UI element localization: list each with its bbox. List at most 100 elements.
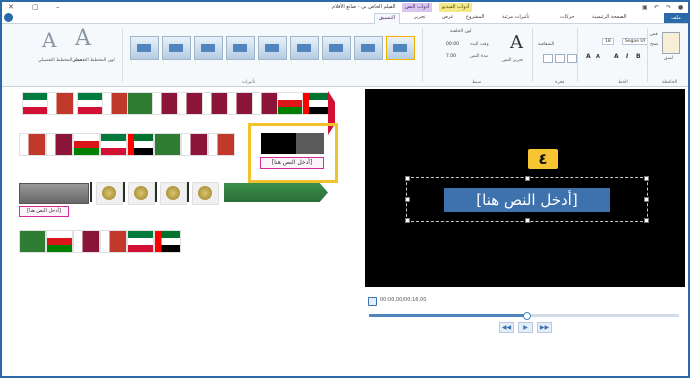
theme-thumb[interactable] [100,133,127,156]
close-window-button[interactable]: ✕ [8,3,14,11]
align-left-icon[interactable] [543,54,553,63]
cut-label[interactable]: قص [650,32,658,37]
effect-thumb[interactable] [194,36,223,60]
effect-thumb[interactable] [290,36,319,60]
adjust-group-label: ضبط [472,80,482,85]
theme-thumb[interactable] [208,133,235,156]
tab-format[interactable]: التنسيق [374,13,401,24]
theme-thumb[interactable] [154,133,181,156]
resize-handle[interactable] [644,197,649,202]
help-icon[interactable] [4,13,13,22]
outline-color-icon[interactable]: A [75,26,91,51]
app-icon: ● [678,4,684,11]
save-icon[interactable]: ▣ [642,4,648,11]
font-size-select[interactable]: 18 [602,38,614,45]
resize-handle[interactable] [525,218,530,223]
tab-project[interactable]: المشروع [466,14,484,20]
theme-thumb[interactable] [77,92,104,115]
resize-handle[interactable] [644,176,649,181]
window-title: الفيلم الخاص بي - صانع الأفلام [332,4,396,10]
align-right-icon[interactable] [567,54,577,63]
italic-icon[interactable]: I [626,53,628,60]
theme-thumb[interactable] [19,230,46,253]
theme-thumb[interactable] [154,230,181,253]
bg-color-label[interactable]: لون الخلفية [450,29,472,34]
tab-home[interactable]: الصفحة الرئيسية [592,14,627,20]
effect-thumb-selected[interactable] [386,36,415,60]
transparency-label[interactable]: الشفافية [538,42,554,47]
effect-thumb[interactable] [322,36,351,60]
tab-file[interactable]: ملف [664,13,688,23]
effect-thumb[interactable] [130,36,159,60]
undo-icon[interactable]: ↶ [654,4,659,11]
tab-visual-effects[interactable]: تأثيرات مرئية [502,14,529,20]
theme-thumb[interactable] [181,133,208,156]
align-buttons [542,54,578,63]
edit-text-icon[interactable]: A [510,32,523,53]
seal-theme-thumb[interactable] [128,182,155,205]
resize-handle[interactable] [405,197,410,202]
start-time-input[interactable]: 00:00 [446,42,459,47]
effect-thumb[interactable] [226,36,255,60]
outline-size-icon[interactable]: A [42,28,56,52]
redo-icon[interactable]: ↷ [666,4,671,11]
gray-theme-bar[interactable] [19,183,89,204]
theme-thumb[interactable] [73,133,100,156]
theme-thumb[interactable] [127,230,154,253]
resize-handle[interactable] [525,176,530,181]
theme-thumb[interactable] [302,92,329,115]
effect-thumb[interactable] [354,36,383,60]
gray-theme-caption[interactable]: [أدخل النص هنا] [19,206,69,217]
ribbon-separator [577,28,578,82]
theme-thumb[interactable] [127,133,154,156]
preview-caption-text[interactable]: [أدخل النص هنا] [444,188,610,212]
theme-thumb[interactable] [202,92,229,115]
paste-label[interactable]: لصق [664,56,673,61]
seek-thumb[interactable] [523,312,531,320]
font-name-select[interactable]: Segoe UI [622,38,649,45]
seal-theme-thumb[interactable] [192,182,219,205]
ribbon-separator [422,28,423,82]
theme-thumb[interactable] [46,230,73,253]
seal-theme-thumb[interactable] [96,182,123,205]
resize-handle[interactable] [405,218,410,223]
tab-animations[interactable]: حركات [560,14,574,20]
tab-edit[interactable]: تحرير [414,14,426,20]
next-frame-button[interactable]: ▶▶ [537,322,552,333]
resize-handle[interactable] [644,218,649,223]
theme-thumb[interactable] [152,92,179,115]
font-color-icon[interactable]: A [614,53,619,60]
bold-icon[interactable]: B [636,53,641,60]
theme-thumb[interactable] [47,92,74,115]
theme-thumb[interactable] [252,92,279,115]
theme-divider [187,182,189,202]
theme-thumb[interactable] [100,230,127,253]
edit-text-label[interactable]: تحرير النص [502,58,523,63]
maximize-window-button[interactable]: ▢ [32,3,39,11]
theme-thumb[interactable] [177,92,204,115]
theme-thumb[interactable] [227,92,254,115]
align-center-icon[interactable] [555,54,565,63]
green-banner-theme[interactable] [224,183,328,202]
duration-input[interactable]: 7.00 [446,54,456,59]
minimize-window-button[interactable]: – [56,3,60,11]
previous-frame-button[interactable]: ◀◀ [499,322,514,333]
effect-thumb[interactable] [258,36,287,60]
font-shrink-icon[interactable]: A [596,54,600,60]
theme-thumb[interactable] [127,92,154,115]
resize-handle[interactable] [405,176,410,181]
play-button[interactable]: ▶ [518,322,533,333]
font-grow-icon[interactable]: A [586,53,591,60]
seal-theme-thumb[interactable] [160,182,187,205]
effect-thumb[interactable] [162,36,191,60]
tab-view[interactable]: عرض [442,14,454,20]
copy-label[interactable]: نسخ [650,42,658,47]
theme-thumb[interactable] [46,133,73,156]
theme-divider [155,182,157,202]
theme-thumb[interactable] [102,92,129,115]
theme-thumb[interactable] [22,92,49,115]
paste-icon[interactable] [662,32,680,54]
theme-thumb[interactable] [277,92,304,115]
theme-thumb[interactable] [19,133,46,156]
theme-thumb[interactable] [73,230,100,253]
